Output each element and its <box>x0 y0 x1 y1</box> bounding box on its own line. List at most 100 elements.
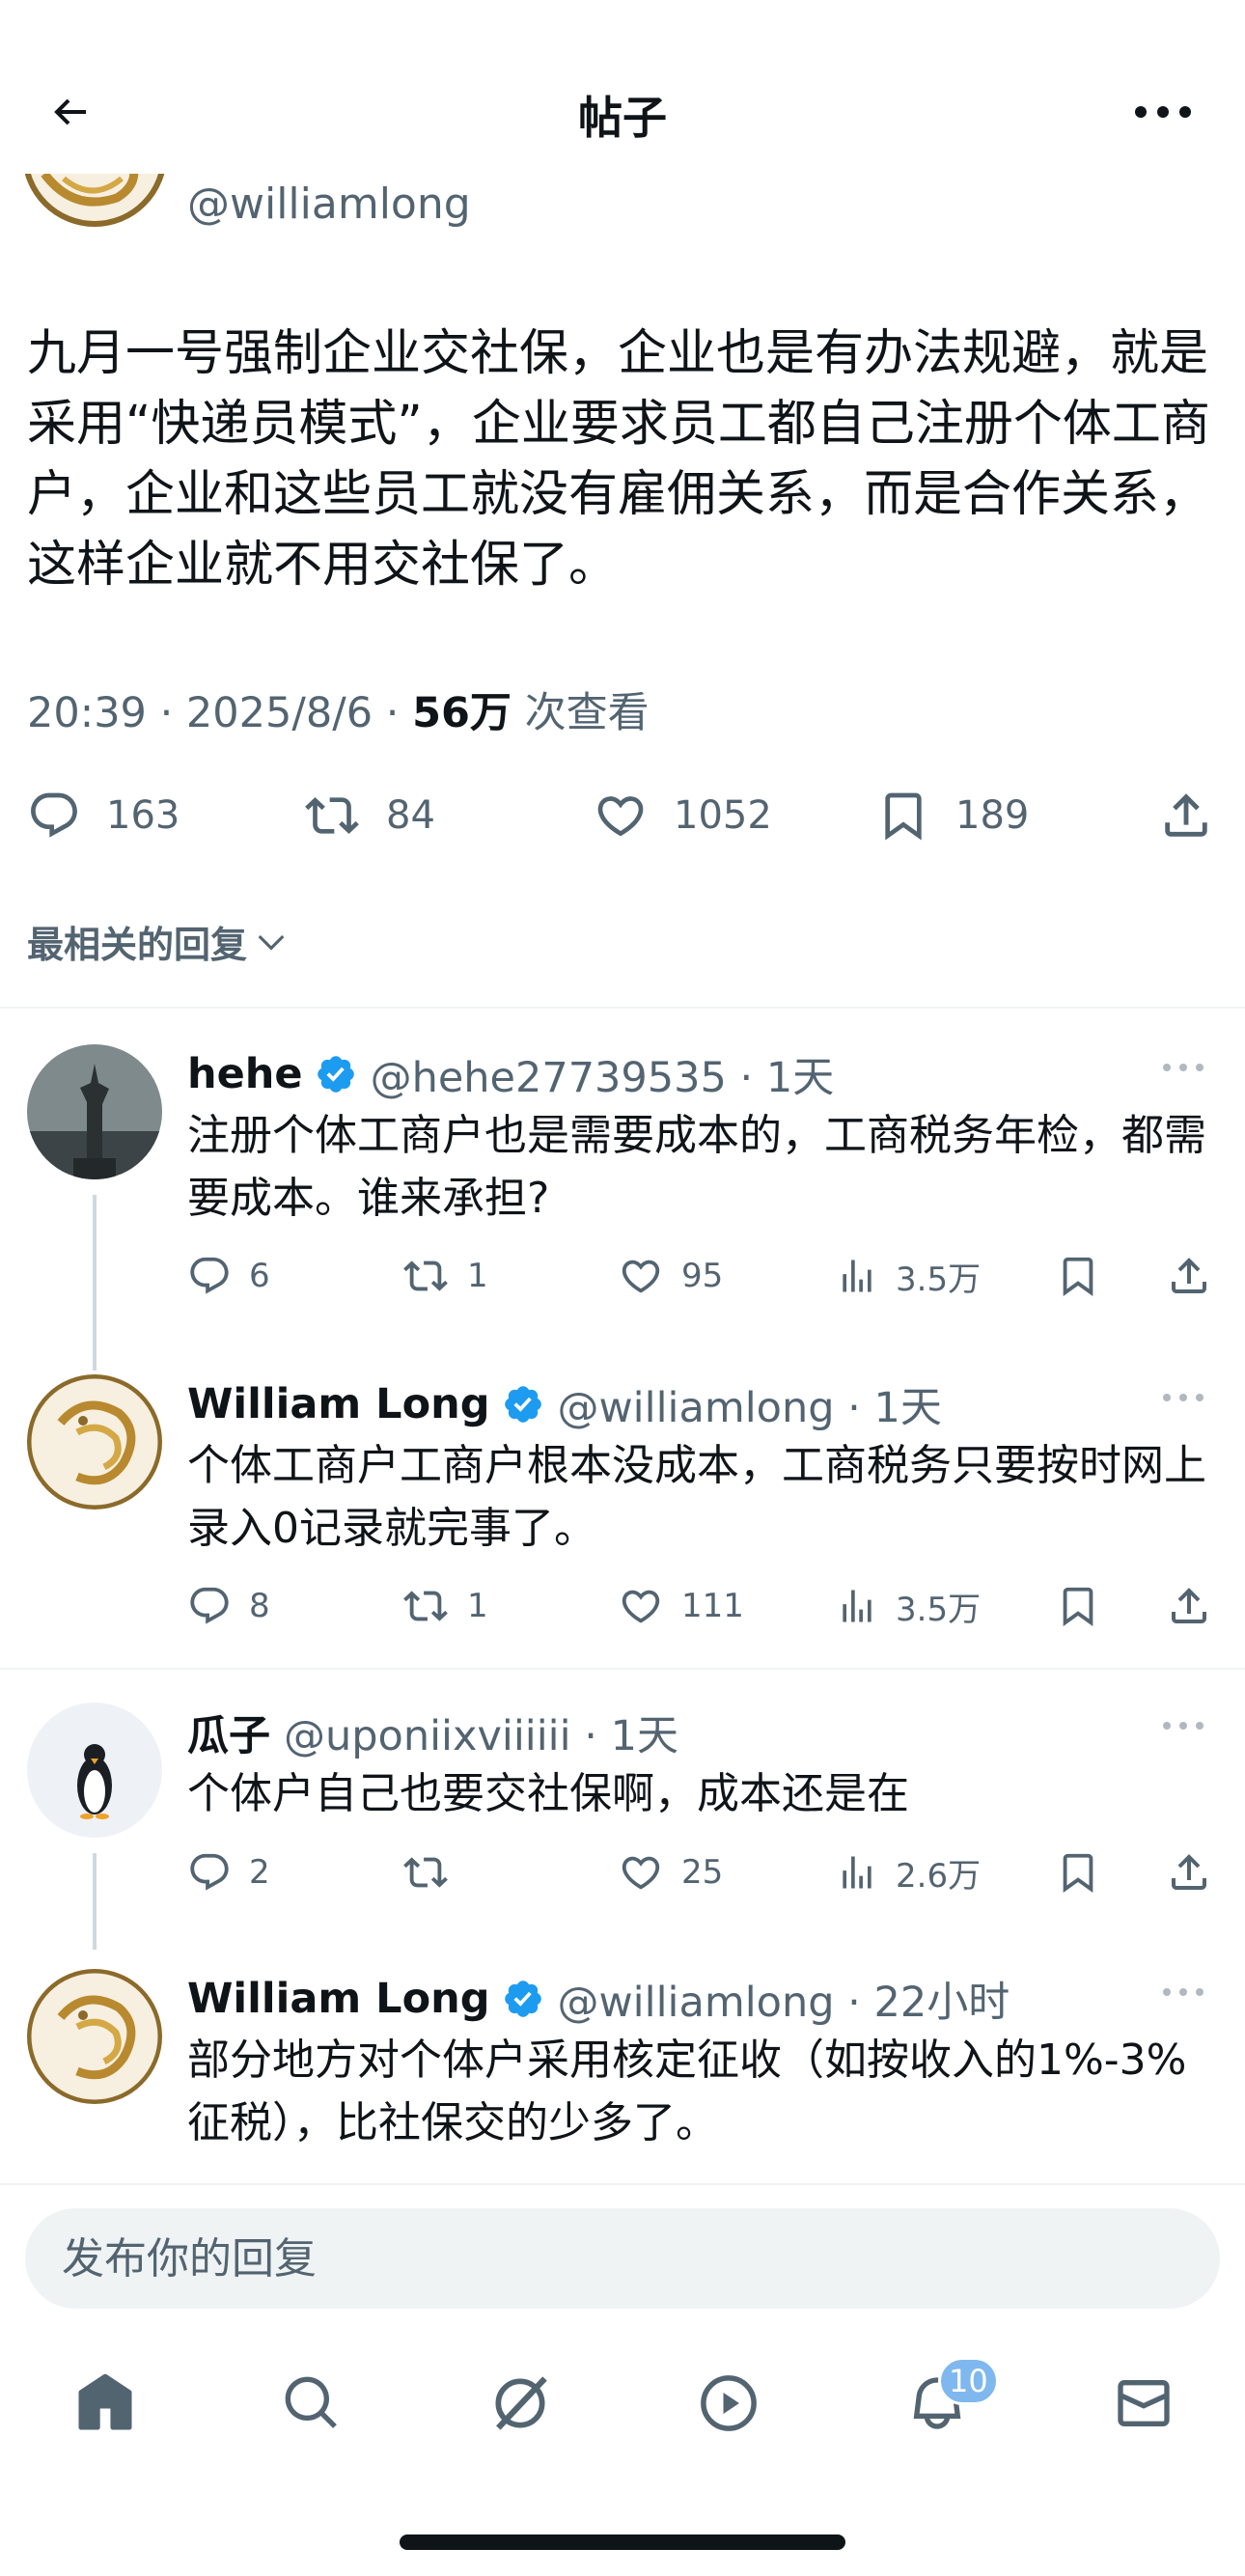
reply-sort-dropdown[interactable]: 最相关的回复 <box>27 915 290 968</box>
search-icon <box>285 2376 337 2428</box>
reply-avatar[interactable] <box>27 1969 162 2104</box>
reply-author-name[interactable]: 瓜子 <box>187 1703 270 1762</box>
reply-reply-count: 6 <box>249 1257 270 1295</box>
reply-reply-button[interactable]: 8 <box>187 1577 270 1635</box>
verified-badge-icon <box>315 1053 357 1095</box>
page-title: 帖子 <box>578 92 667 144</box>
views-bar-chart-icon <box>843 1260 872 1292</box>
reply-composer-bar <box>0 2183 1245 2318</box>
divider <box>0 1668 1245 1670</box>
envelope-icon <box>1118 2380 1170 2426</box>
reply-reply-button[interactable]: 2 <box>187 1843 270 1901</box>
reply-views-button[interactable]: 2.6万 <box>836 1843 981 1901</box>
reply-share-button[interactable] <box>1166 1577 1212 1635</box>
heart-icon <box>597 796 644 837</box>
reply-avatar[interactable] <box>27 1703 162 1838</box>
author-handle[interactable]: @williamlong <box>187 180 471 229</box>
tweet-text: 九月一号强制企业交社保，企业也是有办法规避，就是采用“快递员模式”，企业要求员工… <box>27 325 1210 594</box>
reply-avatar[interactable] <box>27 1044 162 1179</box>
like-button[interactable]: 1052 <box>593 777 772 854</box>
reply-more-button[interactable] <box>1154 1706 1212 1745</box>
view-count: 56万 <box>412 689 512 737</box>
thread-line <box>93 1195 97 1371</box>
heart-icon <box>622 1856 660 1890</box>
bookmark-icon <box>885 792 922 841</box>
reply-retweet-button[interactable]: 1 <box>401 1577 488 1635</box>
reply-share-button[interactable] <box>1166 1247 1212 1305</box>
share-button[interactable] <box>1158 777 1214 854</box>
reply-bookmark-button[interactable] <box>1056 1247 1100 1305</box>
reply-button[interactable]: 163 <box>27 777 180 854</box>
nav-home[interactable] <box>52 2336 158 2471</box>
bottom-nav: 10 <box>0 2336 1245 2471</box>
views-bar-chart-icon <box>843 1856 872 1889</box>
heart-icon <box>622 1590 660 1623</box>
reply-text: 部分地方对个体户采用核定征收（如按收入的1%-3%征税），比社保交的少多了。 <box>187 2036 1187 2147</box>
reply-author-name[interactable]: William Long <box>187 1975 490 2023</box>
bookmark-button[interactable]: 189 <box>876 777 1029 854</box>
reply-like-count: 95 <box>681 1257 724 1295</box>
thread-line <box>93 1853 97 1950</box>
divider <box>0 1007 1245 1009</box>
reply-author-name[interactable]: William Long <box>187 1380 490 1428</box>
reply-view-count: 3.5万 <box>896 1260 982 1299</box>
retweet-button[interactable]: 84 <box>303 777 435 854</box>
reply-views-button[interactable]: 3.5万 <box>836 1247 981 1305</box>
chevron-down-icon <box>258 934 285 951</box>
reply-more-button[interactable] <box>1154 1973 1212 2011</box>
retweet-icon <box>403 1857 448 1888</box>
reply-text: 个体工商户工商户根本没成本，工商税务只要按时网上录入0记录就完事了。 <box>187 1441 1206 1553</box>
bookmark-icon <box>1063 1587 1093 1626</box>
reply-reply-button[interactable]: 6 <box>187 1247 270 1305</box>
reply-retweet-count: 1 <box>467 1257 488 1295</box>
tweet-timestamp[interactable]: 20:39 · 2025/8/6 · <box>27 689 412 737</box>
reply-icon <box>190 1587 229 1624</box>
bookmark-icon <box>1063 1257 1093 1296</box>
more-dots-icon <box>1163 1064 1204 1071</box>
reply-handle-time[interactable]: @hehe27739535 · 1天 <box>371 1044 835 1104</box>
reply-views-button[interactable]: 3.5万 <box>836 1577 981 1635</box>
home-icon <box>78 2373 132 2430</box>
verified-badge-icon <box>502 1978 544 2020</box>
reply-sort-label: 最相关的回复 <box>27 924 248 966</box>
reply-like-count: 25 <box>681 1853 724 1892</box>
view-count-label: 次查看 <box>511 689 650 737</box>
reply-more-button[interactable] <box>1154 1378 1212 1417</box>
reply-author-name[interactable]: hehe <box>187 1050 303 1098</box>
reply-avatar[interactable] <box>27 1374 162 1510</box>
more-dots-icon <box>1163 1988 1204 1996</box>
reply-view-count: 3.5万 <box>896 1590 982 1629</box>
top-bar: 帖子 <box>0 0 1245 174</box>
nav-notifications[interactable]: 10 <box>884 2336 999 2471</box>
reply-like-button[interactable]: 25 <box>618 1843 723 1901</box>
bookmark-count: 189 <box>955 793 1030 838</box>
more-dots-icon <box>1163 1394 1204 1401</box>
reply-like-button[interactable]: 95 <box>618 1247 723 1305</box>
reply-like-count: 111 <box>681 1587 744 1625</box>
more-options-button[interactable] <box>1120 81 1206 143</box>
nav-search[interactable] <box>259 2336 365 2471</box>
nav-video[interactable] <box>676 2336 782 2471</box>
reply-bookmark-button[interactable] <box>1056 1843 1100 1901</box>
reply-retweet-count: 1 <box>467 1587 488 1625</box>
nav-messages[interactable] <box>1091 2336 1197 2471</box>
reply-count: 163 <box>106 793 180 838</box>
reply-input[interactable] <box>25 2208 1220 2309</box>
home-indicator <box>400 2534 845 2550</box>
reply-handle-time[interactable]: @williamlong · 22小时 <box>558 1969 1010 2029</box>
reply-handle-time[interactable]: @uponiixviiiiii · 1天 <box>284 1703 678 1762</box>
reply-share-button[interactable] <box>1166 1843 1212 1901</box>
reply-like-button[interactable]: 111 <box>618 1577 744 1635</box>
more-dots-icon <box>1163 1722 1204 1730</box>
reply-bookmark-button[interactable] <box>1056 1577 1100 1635</box>
reply-handle-time[interactable]: @williamlong · 1天 <box>558 1374 942 1434</box>
reply-icon <box>31 792 77 838</box>
share-icon <box>1172 1588 1206 1623</box>
tweet-actions: 163 84 1052 189 <box>0 777 1245 854</box>
reply-more-button[interactable] <box>1154 1048 1212 1087</box>
nav-grok[interactable] <box>467 2336 573 2471</box>
reply-composer[interactable] <box>25 2208 1220 2309</box>
reply-retweet-button[interactable] <box>401 1843 467 1901</box>
reply-retweet-button[interactable]: 1 <box>401 1247 488 1305</box>
retweet-icon <box>403 1591 448 1621</box>
